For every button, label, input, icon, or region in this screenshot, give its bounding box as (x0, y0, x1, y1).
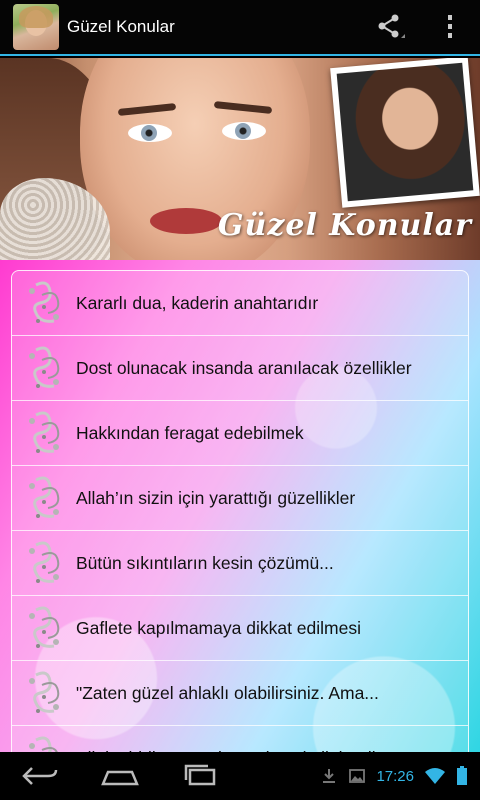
hero-polaroid-photo (330, 58, 480, 208)
list-item[interactable]: Allah’ı iddia etmeyin, sadece kulluk edi… (12, 726, 468, 752)
ornament-icon (22, 277, 68, 329)
hero-eye-left (128, 124, 172, 142)
system-nav-bar: 17:26 (0, 752, 480, 800)
hero-lips (150, 208, 222, 234)
ornament-icon (22, 602, 68, 654)
list-item[interactable]: Bütün sıkıntıların kesin çözümü... (12, 531, 468, 596)
list-item[interactable]: Dost olunacak insanda aranılacak özellik… (12, 336, 468, 401)
ornament-icon (22, 732, 68, 752)
ornament-icon (22, 342, 68, 394)
polaroid-image (336, 62, 474, 202)
action-bar: Güzel Konular (0, 0, 480, 56)
list-item[interactable]: "Zaten güzel ahlaklı olabilirsiniz. Ama.… (12, 661, 468, 726)
action-bar-actions (360, 0, 480, 55)
status-area: 17:26 (320, 766, 480, 786)
list-item-label: Kararlı dua, kaderin anahtarıdır (76, 292, 319, 313)
list-item[interactable]: Hakkından feragat edebilmek (12, 401, 468, 466)
hero-banner: Güzel Konular (0, 58, 480, 260)
home-icon (101, 770, 139, 786)
app-icon[interactable] (13, 4, 59, 50)
ornament-icon (22, 667, 68, 719)
list-item-label: Dost olunacak insanda aranılacak özellik… (76, 357, 412, 378)
share-button[interactable] (360, 0, 420, 55)
hero-caption: Güzel Konular (217, 208, 472, 243)
overflow-menu-icon (448, 15, 452, 38)
share-icon (378, 14, 405, 38)
overflow-menu-button[interactable] (420, 0, 480, 55)
home-button[interactable] (80, 752, 160, 800)
wifi-icon (425, 768, 445, 784)
list-item-label: Hakkından feragat edebilmek (76, 422, 304, 443)
list-item-label: Gaflete kapılmamaya dikkat edilmesi (76, 617, 361, 638)
hero-eye-right (222, 122, 266, 140)
download-icon (323, 769, 336, 783)
list-item[interactable]: Kararlı dua, kaderin anahtarıdır (12, 271, 468, 336)
ornament-icon (22, 537, 68, 589)
ornament-icon (22, 407, 68, 459)
list-item[interactable]: Gaflete kapılmamaya dikkat edilmesi (12, 596, 468, 661)
image-notification-icon (349, 769, 366, 783)
content-area: Kararlı dua, kaderin anahtarıdır Dost olu… (0, 260, 480, 752)
list-item-label: "Zaten güzel ahlaklı olabilirsiniz. Ama.… (76, 682, 379, 703)
battery-icon (457, 766, 467, 785)
recent-apps-icon (184, 764, 216, 786)
list-item-label: Allah’ın sizin için yarattığı güzellikle… (76, 487, 356, 508)
topic-list: Kararlı dua, kaderin anahtarıdır Dost olu… (11, 270, 469, 752)
back-icon (22, 767, 58, 785)
status-time: 17:26 (376, 767, 414, 785)
ornament-icon (22, 472, 68, 524)
back-button[interactable] (0, 752, 80, 800)
app-title: Güzel Konular (67, 17, 175, 36)
list-item-label: Bütün sıkıntıların kesin çözümü... (76, 552, 334, 573)
recent-apps-button[interactable] (160, 752, 240, 800)
list-item[interactable]: Allah’ın sizin için yarattığı güzellikle… (12, 466, 468, 531)
